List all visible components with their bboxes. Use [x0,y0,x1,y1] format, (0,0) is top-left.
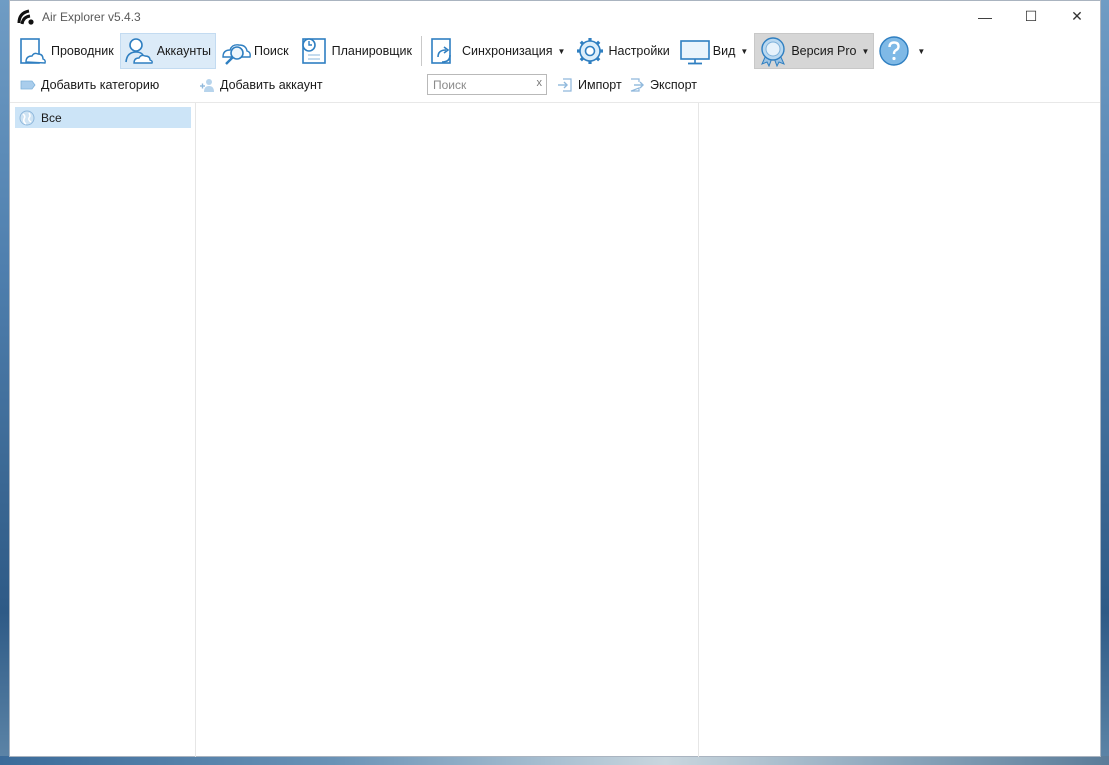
scheduler-button[interactable]: Планировщик [295,33,417,69]
pro-label: Версия Pro [791,44,857,58]
title-bar[interactable]: Air Explorer v5.4.3 — ☐ ✕ [10,1,1100,32]
search-label: Поиск [253,44,289,58]
accounts-list-panel [197,103,699,757]
view-monitor-icon [679,40,710,65]
sync-dropdown-arrow-icon[interactable]: ▼ [558,47,566,56]
category-tag-icon [20,80,36,90]
accounts-user-cloud-icon [124,38,153,64]
toolbar-separator [421,36,422,66]
export-icon [630,78,644,92]
explorer-folder-icon [20,38,46,64]
view-dropdown-arrow-icon[interactable]: ▼ [740,47,748,56]
category-label: Все [41,110,62,125]
main-content: Все [10,102,1100,757]
search-magnifier-icon [222,44,251,65]
sync-folder-icon [431,38,451,64]
help-button[interactable]: ▼ [875,33,930,69]
app-window: Air Explorer v5.4.3 — ☐ ✕ Проводник Акка… [9,0,1101,757]
window-title: Air Explorer v5.4.3 [42,9,141,24]
add-category-button[interactable]: Добавить категорию [20,74,159,96]
add-account-button[interactable]: Добавить аккаунт [199,74,323,96]
minimize-button[interactable]: — [962,1,1008,32]
pro-medal-icon [761,37,786,67]
categories-panel: Все [10,103,196,757]
sync-label: Синхронизация [462,44,553,58]
export-button[interactable]: Экспорт [629,74,697,96]
air-explorer-logo-icon [17,9,34,25]
import-icon [558,78,572,92]
explorer-button[interactable]: Проводник [14,33,119,69]
search-button[interactable]: Поиск [217,33,294,69]
window-controls: — ☐ ✕ [962,1,1100,32]
sync-button[interactable]: Синхронизация ▼ [425,33,570,69]
settings-label: Настройки [608,44,670,58]
category-item-all[interactable]: Все [15,107,191,128]
explorer-label: Проводник [51,44,114,58]
settings-gear-icon [577,38,604,64]
account-search-box[interactable]: x [427,74,547,95]
help-question-icon [879,36,910,66]
desktop-background-left [0,0,9,765]
export-label: Экспорт [650,78,697,92]
accounts-label: Аккаунты [156,44,211,58]
add-category-label: Добавить категорию [41,78,160,92]
main-toolbar: Проводник Аккаунты Поиск Планировщик Син… [10,32,1100,70]
search-clear-button[interactable]: x [537,77,543,89]
settings-button[interactable]: Настройки [571,33,674,69]
globe-icon [19,110,35,125]
desktop-background-bottom [0,756,1109,765]
accounts-button[interactable]: Аккаунты [119,33,216,69]
pro-dropdown-arrow-icon[interactable]: ▼ [861,47,869,56]
help-dropdown-arrow-icon[interactable]: ▼ [917,47,925,56]
import-button[interactable]: Импорт [557,74,622,96]
maximize-button[interactable]: ☐ [1008,1,1054,32]
pro-version-button[interactable]: Версия Pro ▼ [754,33,875,69]
add-account-label: Добавить аккаунт [220,78,323,92]
import-label: Импорт [578,78,622,92]
account-details-panel [700,103,1100,757]
accounts-subtoolbar: Добавить категорию Добавить аккаунт x Им… [10,70,1100,100]
view-button[interactable]: Вид ▼ [676,33,754,69]
add-user-icon [200,79,214,92]
close-button[interactable]: ✕ [1054,1,1100,32]
view-label: Вид [712,44,736,58]
account-search-input[interactable] [428,77,528,92]
scheduler-clock-icon [301,38,326,64]
scheduler-label: Планировщик [331,44,412,58]
